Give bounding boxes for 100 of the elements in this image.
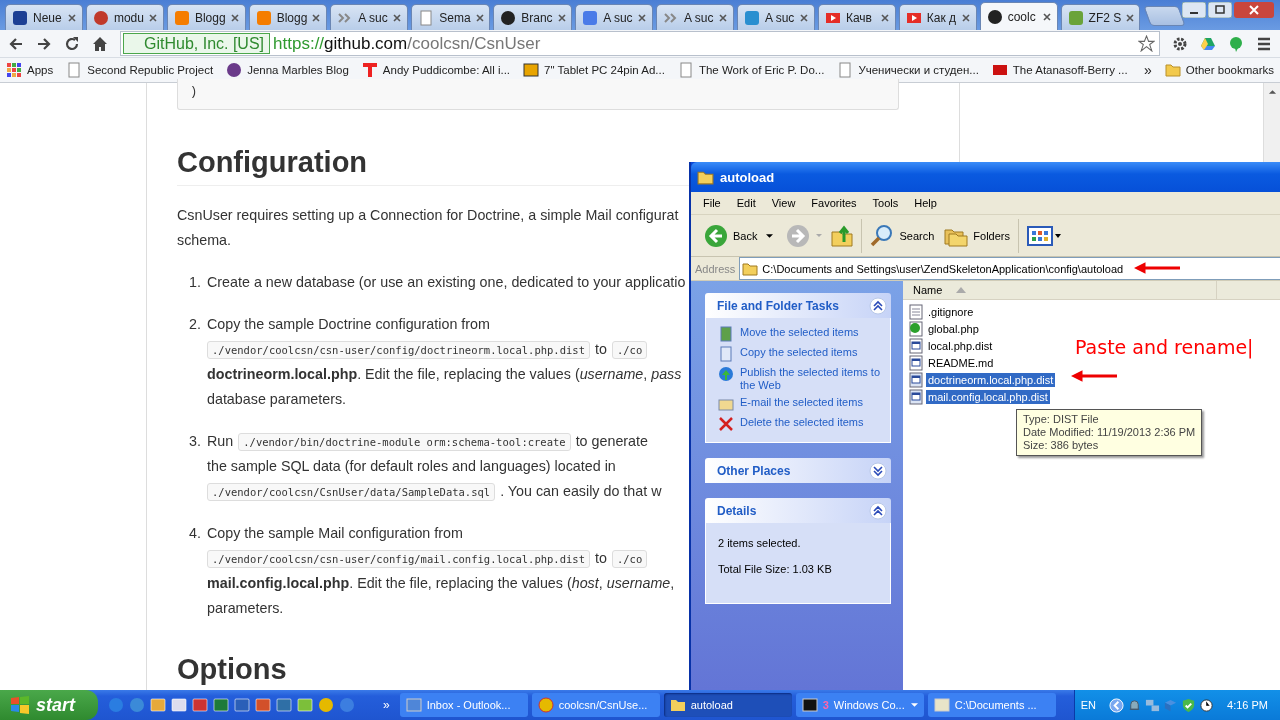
task-link[interactable]: Copy the selected items: [718, 346, 882, 362]
search-button[interactable]: Search: [865, 217, 940, 254]
taskbar-overflow[interactable]: »: [383, 698, 390, 712]
bookmark-folder[interactable]: Other bookmarks: [1164, 62, 1274, 78]
scrollbar[interactable]: [1263, 83, 1280, 163]
shield-icon[interactable]: [1181, 697, 1197, 713]
close-icon[interactable]: [1126, 13, 1135, 22]
folder-up-icon[interactable]: [830, 223, 855, 248]
star-icon[interactable]: [1138, 35, 1155, 52]
close-icon[interactable]: [719, 13, 727, 22]
triangle-icon[interactable]: [1200, 35, 1216, 52]
taskbar-button[interactable]: C:\Documents ...: [927, 693, 1056, 717]
browser-tab[interactable]: A suc: [575, 4, 654, 30]
section-heading: Options: [177, 653, 288, 687]
browser-tab[interactable]: A suc: [656, 4, 734, 30]
list-number: 4.: [188, 524, 202, 543]
bookmark[interactable]: Apps: [6, 62, 54, 78]
forward-icon[interactable]: [36, 35, 52, 52]
browser-tab[interactable]: Качв: [817, 4, 896, 30]
clock-icon[interactable]: [1199, 697, 1215, 713]
browser-tab[interactable]: Как д: [898, 4, 977, 30]
task-link[interactable]: Delete the selected items: [718, 416, 882, 432]
close-icon[interactable]: [799, 13, 808, 22]
panel-header[interactable]: Details: [705, 498, 891, 523]
close-icon[interactable]: [393, 13, 402, 22]
browser-tab[interactable]: Sema: [411, 4, 491, 30]
close-icon[interactable]: [475, 13, 484, 22]
back-button[interactable]: Back: [699, 217, 779, 254]
browser-tab[interactable]: ZF2 S: [1060, 4, 1140, 30]
menu-item[interactable]: View: [763, 197, 804, 209]
back-icon[interactable]: [8, 35, 24, 52]
file-entry[interactable]: global.php: [908, 320, 981, 337]
launch-icon[interactable]: [171, 697, 187, 713]
home-icon[interactable]: [92, 35, 108, 52]
launch-icon[interactable]: [150, 697, 166, 713]
task-link[interactable]: Publish the selected items to the Web: [718, 366, 882, 392]
menu-icon[interactable]: [1256, 35, 1272, 52]
favicon-icon: [92, 9, 109, 26]
panel-header[interactable]: File and Folder Tasks: [705, 293, 891, 318]
browser-tab[interactable]: coolc: [979, 2, 1058, 30]
speech-bubble-icon[interactable]: [1228, 35, 1244, 52]
bookmark[interactable]: The Work of Eric P. Do...: [677, 62, 825, 78]
menu-item[interactable]: Tools: [864, 197, 907, 209]
close-button[interactable]: [1234, 2, 1274, 18]
scroll-up-icon[interactable]: [1267, 89, 1277, 95]
inline-code: ./vendor/coolcsn/csn-user/config/mail.config.local.php.dist: [207, 549, 590, 568]
close-icon[interactable]: [67, 13, 76, 22]
bookmark[interactable]: Second Republic Project: [66, 62, 214, 78]
start-button[interactable]: start: [0, 690, 98, 720]
close-icon[interactable]: [961, 13, 970, 22]
browser-tab[interactable]: A suc: [737, 4, 815, 30]
close-icon[interactable]: [148, 13, 157, 22]
bookmarks-overflow[interactable]: »: [1144, 62, 1152, 78]
details-text: Total File Size: 1.03 KB: [718, 563, 833, 575]
browser-tab[interactable]: modu: [85, 4, 164, 30]
collapse-icon[interactable]: [869, 501, 887, 520]
bookmark[interactable]: 7" Tablet PC 24pin Ad...: [523, 62, 665, 78]
file-entry[interactable]: README.md: [908, 354, 996, 371]
file-entry[interactable]: .gitignore: [908, 303, 976, 320]
bookmark[interactable]: Andy Puddicombe: All i...: [361, 62, 511, 78]
close-icon[interactable]: [230, 13, 239, 22]
chevron-icon[interactable]: [1109, 697, 1125, 713]
menu-item[interactable]: Favorites: [803, 197, 865, 209]
close-icon[interactable]: [557, 13, 566, 22]
minimize-button[interactable]: [1182, 2, 1206, 18]
task-link[interactable]: Move the selected items: [718, 326, 882, 342]
menu-item[interactable]: File: [695, 197, 729, 209]
menu-item[interactable]: Edit: [728, 197, 764, 209]
reload-icon[interactable]: [64, 35, 80, 52]
address-field[interactable]: C:\Documents and Settings\user\ZendSkeletonApplication\config\autoload: [739, 257, 1280, 280]
taskbar-button[interactable]: Inbox - Outlook...: [399, 693, 528, 717]
task-link[interactable]: E-mail the selected items: [718, 396, 882, 412]
panel-header[interactable]: Other Places: [705, 458, 891, 483]
expand-icon[interactable]: [869, 461, 887, 480]
menu-item[interactable]: Help: [906, 197, 945, 209]
taskbar-button[interactable]: autoload: [663, 693, 792, 717]
folders-button[interactable]: Folders: [939, 217, 1015, 254]
browser-tab[interactable]: Branc: [493, 4, 573, 30]
collapse-icon[interactable]: [869, 296, 887, 315]
settings-icon[interactable]: [1172, 35, 1188, 52]
bookmark[interactable]: Jenna Marbles Blog: [226, 62, 349, 78]
address-bar[interactable]: GitHub, Inc. [US] https://github.com/coolcsn/CsnUser: [120, 31, 1160, 56]
launch-icon[interactable]: [297, 697, 313, 713]
close-icon[interactable]: [312, 13, 321, 22]
bookmark[interactable]: Ученически и студен...: [837, 62, 979, 78]
close-icon[interactable]: [1042, 12, 1051, 21]
browser-tab[interactable]: Neue: [5, 4, 83, 30]
launch-icon[interactable]: [318, 697, 334, 713]
close-icon[interactable]: [880, 13, 889, 22]
browser-tab[interactable]: A suc: [330, 4, 409, 30]
restore-button[interactable]: [1208, 2, 1232, 18]
taskbar-button[interactable]: coolcsn/CsnUse...: [531, 693, 660, 717]
browser-tab[interactable]: Blogg: [248, 4, 328, 30]
folder-icon: [1164, 62, 1181, 78]
browser-tab[interactable]: Blogg: [166, 4, 246, 30]
bookmark[interactable]: The Atanasoff-Berry ...: [991, 62, 1128, 78]
taskbar-button[interactable]: 3 Windows Co...: [795, 693, 924, 717]
file-entry[interactable]: local.php.dist: [908, 337, 995, 354]
language-indicator[interactable]: EN: [1080, 699, 1097, 711]
close-icon[interactable]: [638, 13, 647, 22]
